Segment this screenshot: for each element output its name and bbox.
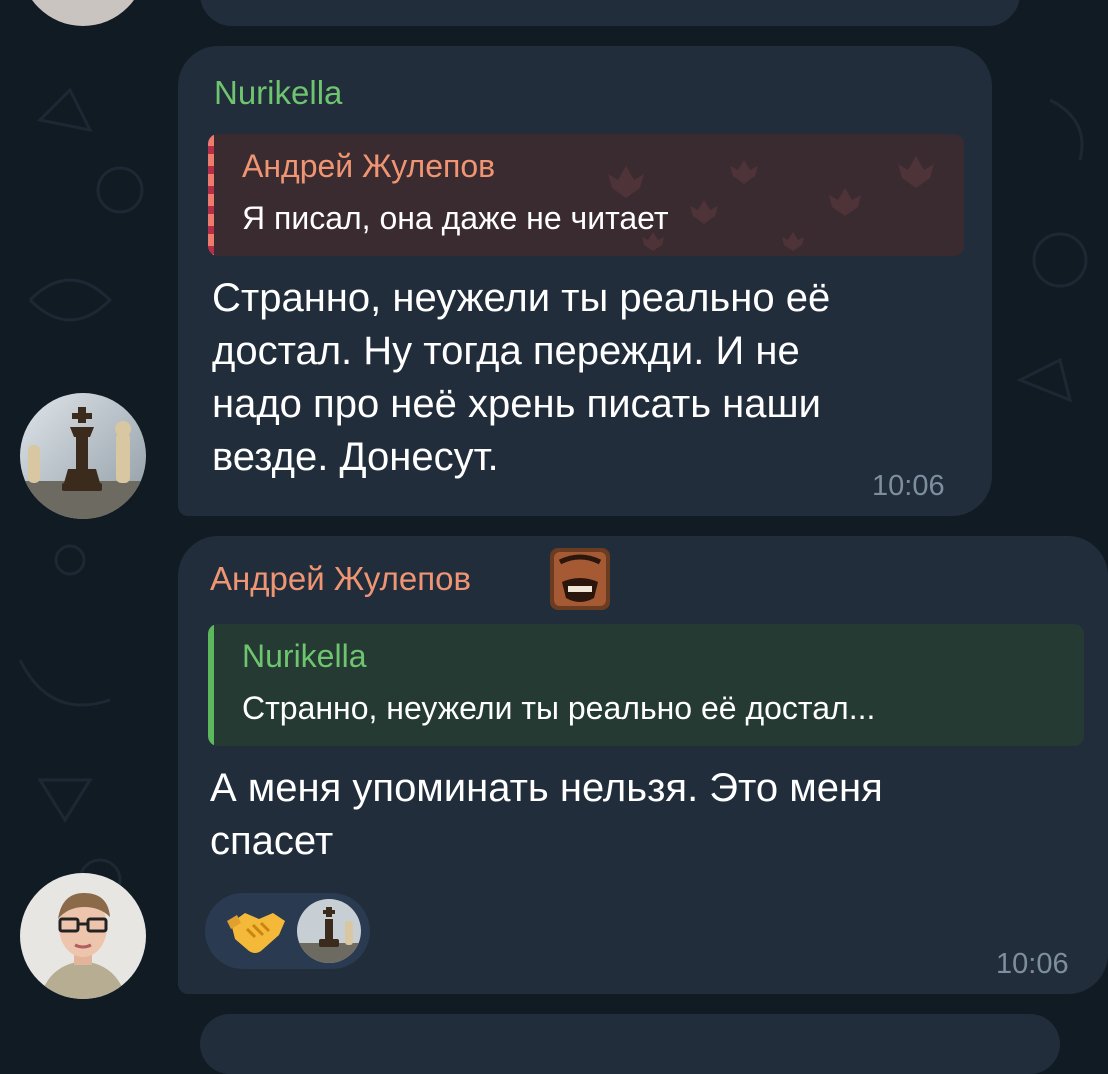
reply-quote[interactable]: Андрей Жулепов Я писал, она даже не чита… xyxy=(208,134,964,256)
message-line: спасет xyxy=(210,819,334,863)
next-message-bubble xyxy=(200,1014,1060,1074)
user-photo-avatar-icon xyxy=(20,873,146,999)
avatar-nurikella[interactable] xyxy=(20,393,146,519)
message-line: достал. Ну тогда пережди. И не xyxy=(212,329,800,373)
reply-author: Nurikella xyxy=(242,638,367,674)
reply-accent-bar xyxy=(208,624,214,746)
reply-quote[interactable]: Nurikella Странно, неужели ты реально её… xyxy=(208,624,1084,746)
avatar-andrey[interactable] xyxy=(20,873,146,999)
sender-name[interactable]: Nurikella xyxy=(214,74,342,112)
reaction-user-avatar[interactable] xyxy=(297,899,361,963)
message-bubble-1[interactable]: Nurikella Андрей Жулепов Я писал, она да… xyxy=(178,46,992,516)
reply-text: Странно, неужели ты реально её достал... xyxy=(242,690,876,726)
previous-message-bubble xyxy=(200,0,1020,26)
message-text: Странно, неужели ты реально её достал. Н… xyxy=(212,272,830,484)
message-time: 10:06 xyxy=(872,470,945,502)
message-line: надо про неё хрень писать наши xyxy=(212,382,821,426)
message-line: Странно, неужели ты реально её xyxy=(212,276,831,320)
reply-author: Андрей Жулепов xyxy=(242,148,496,184)
laughing-face-emoji-status-icon[interactable] xyxy=(550,548,610,610)
reply-text: Я писал, она даже не читает xyxy=(242,200,669,236)
message-line: везде. Донесут. xyxy=(212,435,499,479)
chess-king-avatar-icon xyxy=(20,393,146,519)
sender-name[interactable]: Андрей Жулепов xyxy=(210,560,471,598)
chess-king-avatar-icon xyxy=(297,899,361,963)
message-text: А меня упоминать нельзя. Это меня спасет xyxy=(210,762,883,868)
message-time: 10:06 xyxy=(996,948,1069,980)
message-line: А меня упоминать нельзя. Это меня xyxy=(210,766,883,810)
reply-accent-bar xyxy=(208,134,214,256)
reactions-bar[interactable] xyxy=(205,893,370,969)
handshake-emoji-icon[interactable] xyxy=(227,903,287,959)
